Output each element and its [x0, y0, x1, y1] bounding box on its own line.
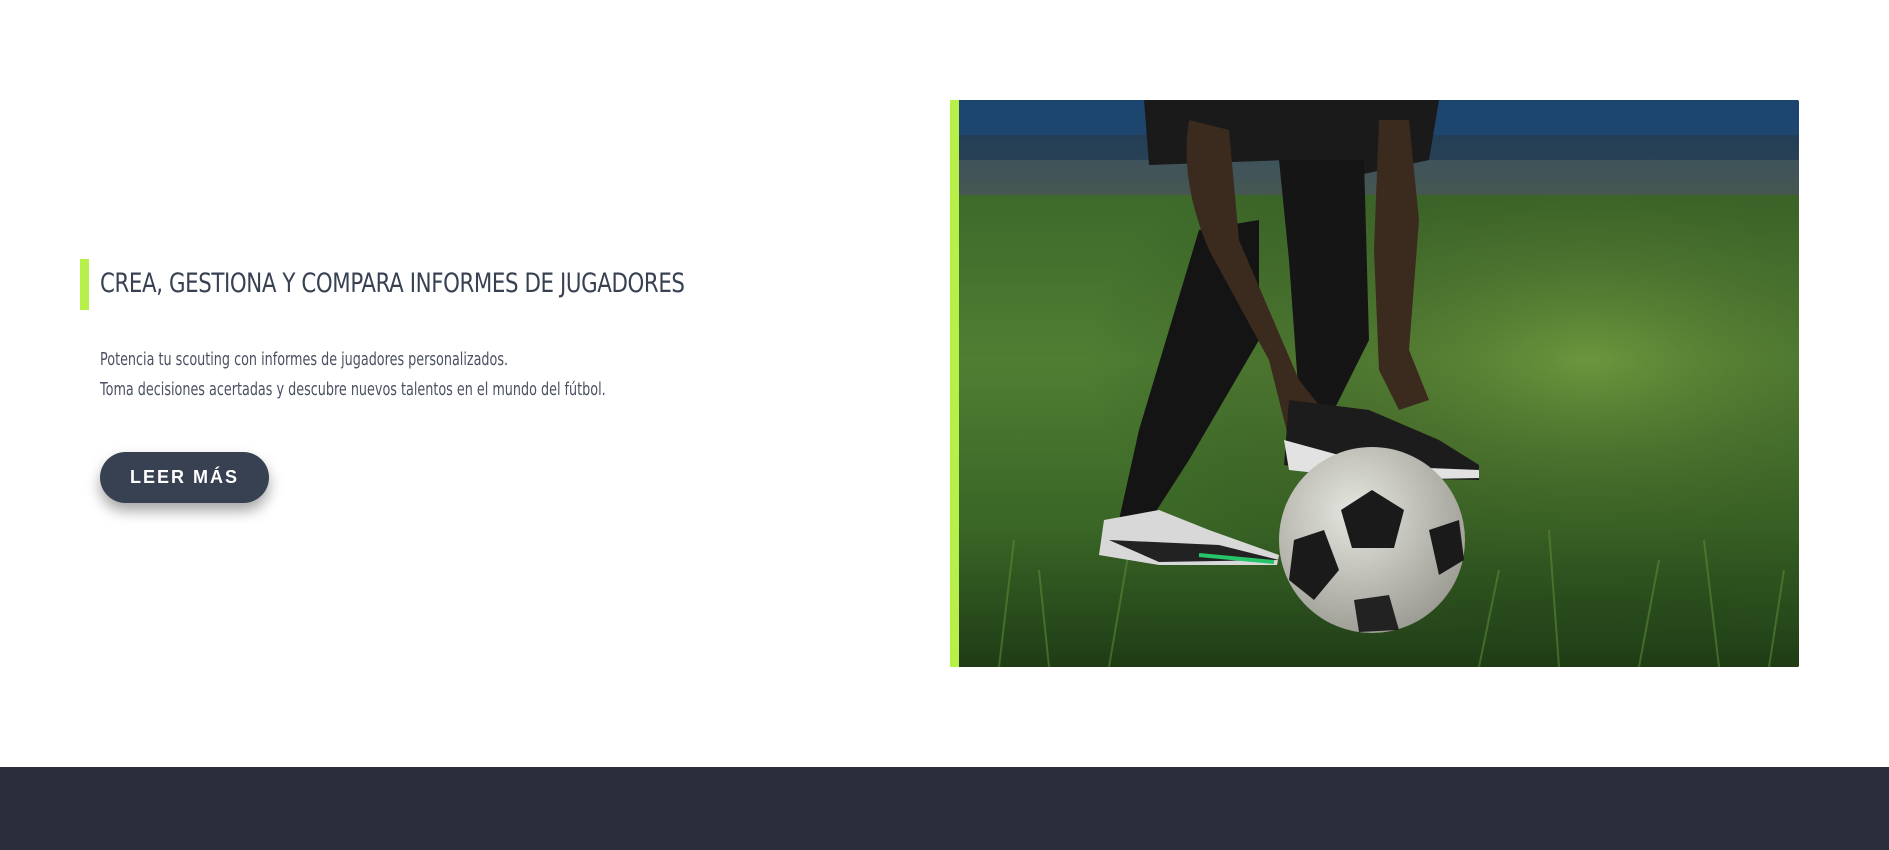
footer-band	[0, 767, 1889, 850]
heading-accent-bar	[80, 259, 89, 310]
soccer-player-photo	[959, 100, 1799, 667]
feature-heading: CREA, GESTIONA Y COMPARA INFORMES DE JUG…	[100, 268, 685, 299]
feature-description-line: Toma decisiones acertadas y descubre nue…	[100, 380, 606, 400]
feature-description-line: Potencia tu scouting con informes de jug…	[100, 350, 509, 370]
feature-section: CREA, GESTIONA Y COMPARA INFORMES DE JUG…	[0, 0, 1889, 767]
read-more-button[interactable]: LEER MÁS	[100, 452, 269, 503]
image-accent-bar	[950, 100, 959, 667]
feature-description: Potencia tu scouting con informes de jug…	[100, 345, 606, 405]
